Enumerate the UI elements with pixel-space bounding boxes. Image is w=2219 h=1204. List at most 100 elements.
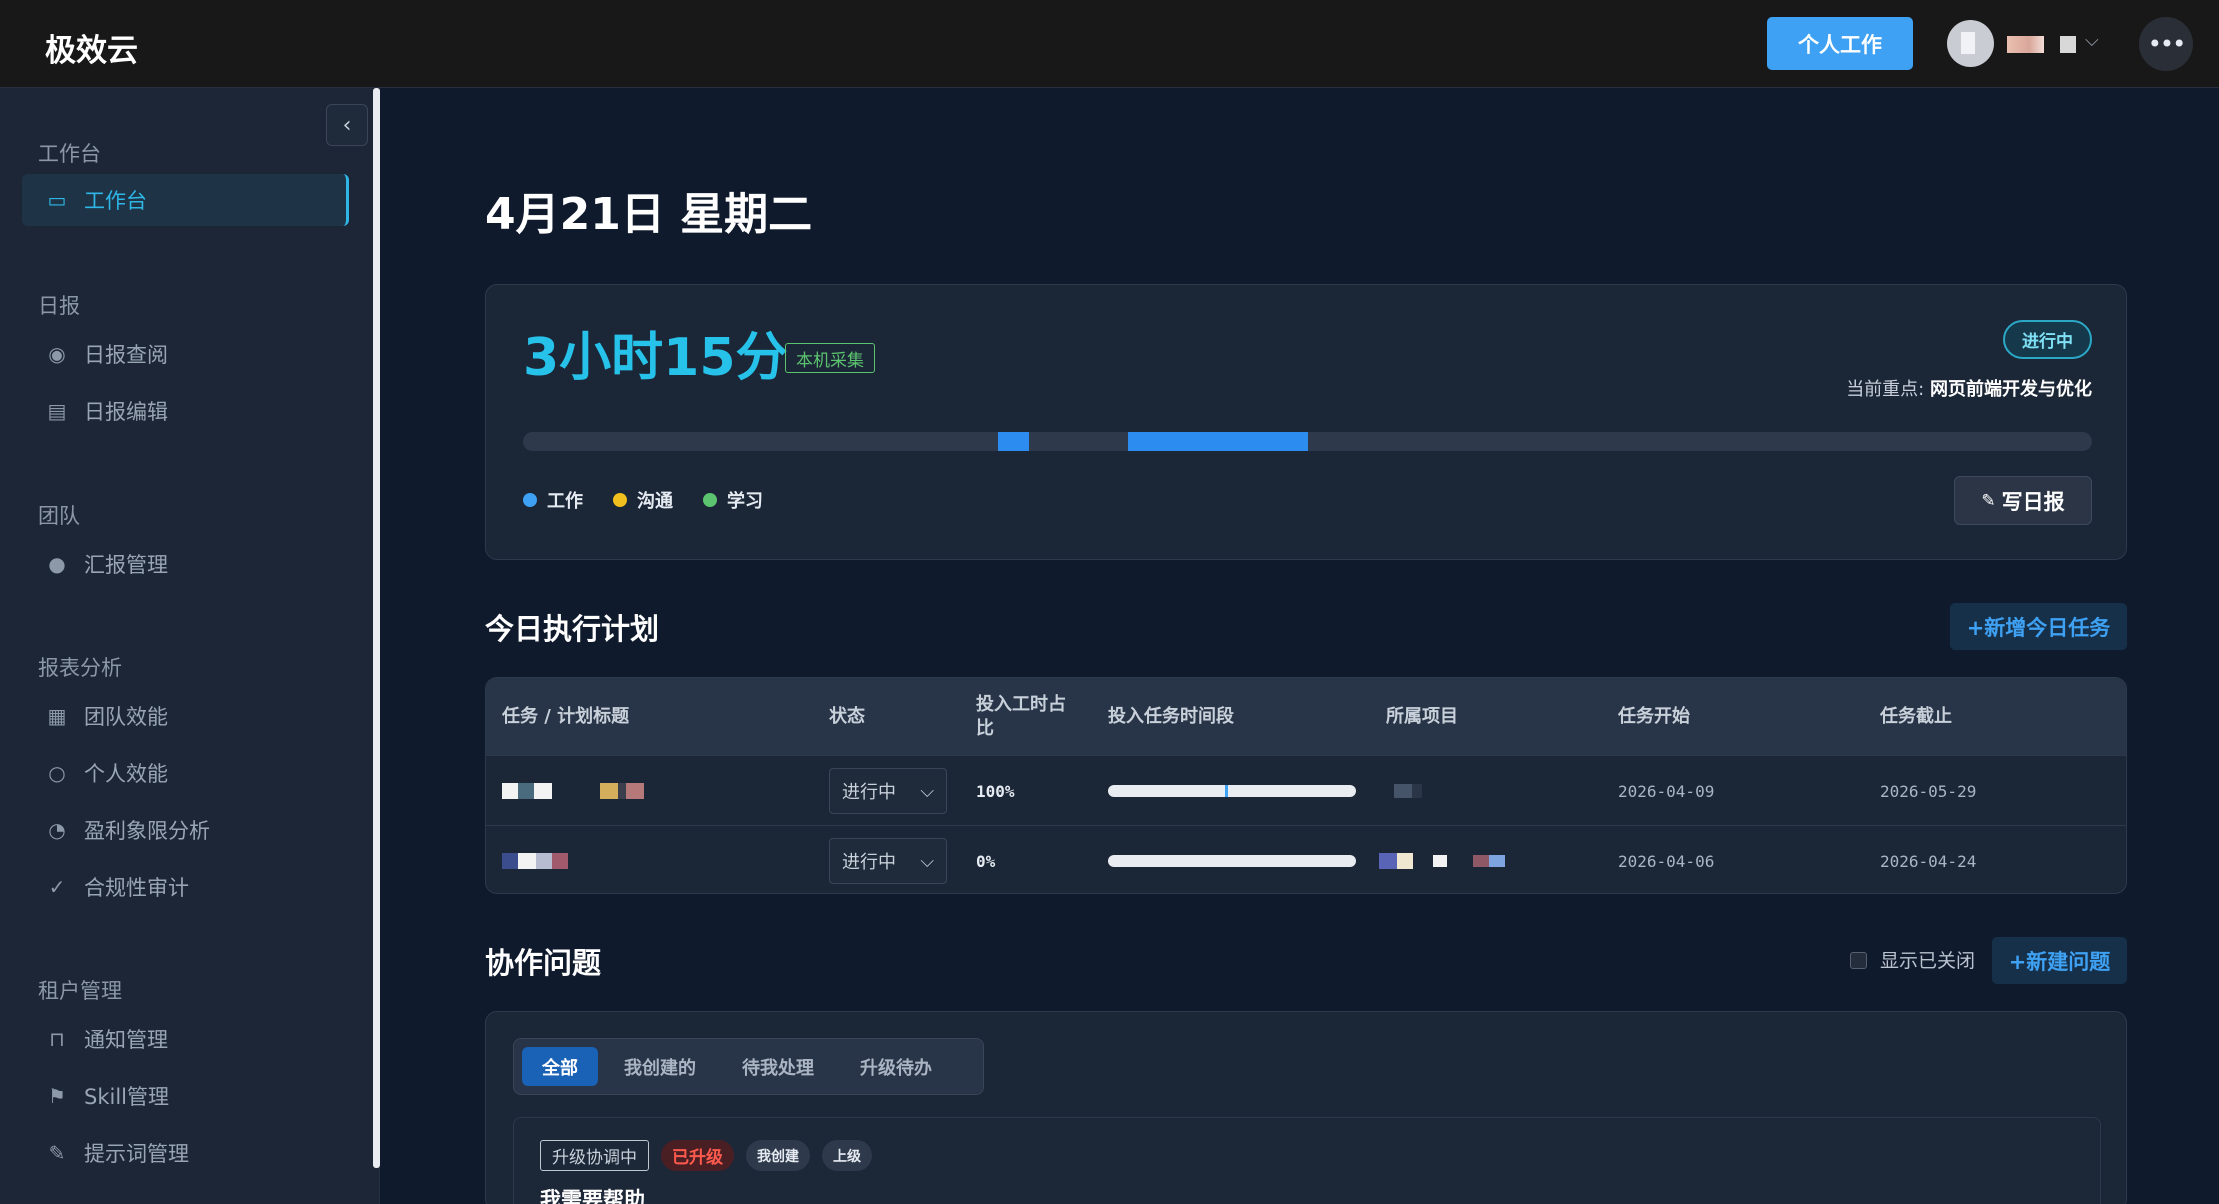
issue-title[interactable]: 我需要帮助: [540, 1184, 645, 1204]
legend-study: 学习: [703, 487, 763, 513]
sidebar-item-personal-efficiency[interactable]: ○ 个人效能: [22, 747, 349, 799]
sidebar-item-daily-edit[interactable]: ▤ 日报编辑: [22, 385, 349, 437]
table-row[interactable]: 进行中 ⌵ 0% 2026-04-06 2026-04-24: [486, 825, 2126, 893]
chevron-down-icon: ⌵: [920, 780, 934, 802]
top-bar: 极效云 个人工作 ⌵ •••: [0, 0, 2219, 88]
plan-table: 任务 / 计划标题 状态 投入工时占比 投入任务时间段 所属项目 任务开始 任务…: [485, 677, 2127, 894]
pie-icon: ◔: [48, 818, 66, 842]
show-closed-checkbox[interactable]: [1850, 952, 1867, 969]
sidebar-item-label: 汇报管理: [84, 553, 168, 577]
chevron-down-icon[interactable]: ⌵: [2085, 30, 2099, 51]
sidebar-scrollbar[interactable]: [373, 88, 380, 1168]
sidebar-item-report-manage[interactable]: ● 汇报管理: [22, 538, 349, 590]
add-today-task-button[interactable]: +新增今日任务: [1950, 603, 2127, 650]
time-range-bar: [1108, 826, 1356, 893]
pen-icon: ✎: [1981, 490, 1996, 511]
sidebar-item-label: 日报查阅: [84, 343, 168, 367]
source-tag: 本机采集: [785, 343, 875, 373]
column-header-percent: 投入工时占比: [976, 693, 1066, 739]
sidebar-item-label: 合规性审计: [84, 876, 189, 900]
sidebar-item-label: 盈利象限分析: [84, 819, 210, 843]
status-select[interactable]: 进行中 ⌵: [829, 756, 947, 826]
plan-section-title: 今日执行计划: [485, 612, 660, 646]
board-icon: ⊓: [49, 1027, 65, 1051]
group-title-workbench: 工作台: [38, 142, 101, 166]
column-header-end: 任务截止: [1880, 705, 1952, 727]
end-date: 2026-04-24: [1880, 851, 1977, 871]
total-time: 3小时15分: [523, 328, 788, 388]
sidebar-item-label: 团队效能: [84, 705, 168, 729]
superior-badge: 上级: [822, 1140, 872, 1171]
sidebar-item-label: 工作台: [84, 189, 147, 213]
issues-section-title: 协作问题: [485, 946, 602, 980]
chart-icon: ▦: [47, 704, 67, 728]
avatar[interactable]: [1947, 20, 1994, 67]
tab-pending-me[interactable]: 待我处理: [722, 1047, 834, 1086]
activity-timeline[interactable]: [523, 432, 2092, 451]
column-header-start: 任务开始: [1618, 705, 1690, 727]
focus-label: 当前重点:: [1846, 379, 1925, 400]
project-redacted: [1379, 826, 1505, 893]
sidebar-item-prompt-manage[interactable]: ✎ 提示词管理: [22, 1127, 349, 1179]
issue-list-item[interactable]: 升级协调中 已升级 我创建 上级 我需要帮助: [513, 1117, 2101, 1204]
user-icon: ●: [48, 552, 66, 576]
issues-card: 全部 我创建的 待我处理 升级待办 升级协调中 已升级 我创建 上级 我需要帮助: [485, 1011, 2127, 1204]
timeline-legend: 工作 沟通 学习: [523, 487, 763, 513]
tab-created-by-me[interactable]: 我创建的: [604, 1047, 716, 1086]
legend-communication: 沟通: [613, 487, 673, 513]
column-header-time-range: 投入任务时间段: [1108, 705, 1234, 727]
document-icon: ▤: [47, 399, 67, 423]
user-role-redacted[interactable]: [2060, 36, 2076, 53]
edit-icon: ✎: [48, 1141, 66, 1165]
sidebar-item-notice-manage[interactable]: ⊓ 通知管理: [22, 1013, 349, 1065]
sidebar-item-label: 通知管理: [84, 1028, 168, 1052]
group-title-tenant: 租户管理: [38, 979, 122, 1003]
percent-cell: 0%: [976, 851, 996, 871]
user-name-redacted[interactable]: [2007, 36, 2044, 53]
time-summary-card: 3小时15分 本机采集 进行中 当前重点: 网页前端开发与优化 工作 沟通 学习…: [485, 284, 2127, 560]
sidebar-item-daily-view[interactable]: ◉ 日报查阅: [22, 328, 349, 380]
show-closed-label[interactable]: 显示已关闭: [1880, 946, 1975, 973]
chevron-down-icon: ⌵: [920, 850, 934, 872]
more-horizontal-icon[interactable]: •••: [2139, 17, 2193, 71]
page-title: 4月21日 星期二: [485, 189, 813, 240]
eye-icon: ◉: [48, 342, 66, 366]
sidebar-item-label: 提示词管理: [84, 1142, 189, 1166]
project-redacted: [1394, 756, 1422, 826]
write-daily-report-label: 写日报: [2001, 489, 2065, 514]
timeline-segment-work[interactable]: [998, 432, 1029, 451]
monitor-icon: ▭: [47, 188, 67, 212]
time-range-bar: [1108, 756, 1356, 826]
created-by-me-badge: 我创建: [746, 1140, 810, 1171]
timeline-segment-work[interactable]: [1128, 432, 1308, 451]
start-date: 2026-04-06: [1618, 851, 1715, 871]
group-title-daily: 日报: [38, 294, 80, 318]
percent-cell: 100%: [976, 781, 1015, 801]
flag-icon: ⚑: [48, 1084, 66, 1108]
task-title-redacted[interactable]: [502, 756, 644, 826]
personal-work-button[interactable]: 个人工作: [1767, 17, 1913, 70]
table-row[interactable]: 进行中 ⌵ 100% 2026-04-09 2026-05-29: [486, 755, 2126, 825]
sidebar-item-label: 个人效能: [84, 762, 168, 786]
start-date: 2026-04-09: [1618, 781, 1715, 801]
task-title-redacted[interactable]: [502, 826, 568, 893]
group-title-team: 团队: [38, 504, 80, 528]
sidebar-item-compliance-audit[interactable]: ✓ 合规性审计: [22, 861, 349, 913]
brand-logo[interactable]: 极效云: [45, 25, 138, 70]
focus-value: 网页前端开发与优化: [1930, 379, 2092, 400]
sidebar-item-team-efficiency[interactable]: ▦ 团队效能: [22, 690, 349, 742]
sidebar-item-profit-quadrant[interactable]: ◔ 盈利象限分析: [22, 804, 349, 856]
sidebar-item-skill-manage[interactable]: ⚑ Skill管理: [22, 1070, 349, 1122]
collapse-sidebar-button[interactable]: ‹: [326, 104, 368, 146]
tab-escalated[interactable]: 升级待办: [840, 1047, 952, 1086]
new-issue-button[interactable]: +新建问题: [1992, 937, 2127, 984]
status-select[interactable]: 进行中 ⌵: [829, 826, 947, 893]
sidebar-item-workbench[interactable]: ▭ 工作台: [22, 174, 349, 226]
column-header-status: 状态: [829, 705, 865, 727]
check-circle-icon: ✓: [48, 875, 66, 899]
legend-work: 工作: [523, 487, 583, 513]
escalated-badge: 已升级: [661, 1140, 734, 1171]
tab-all[interactable]: 全部: [522, 1047, 598, 1086]
person-outline-icon: ○: [48, 761, 66, 785]
write-daily-report-button[interactable]: ✎ 写日报: [1954, 476, 2092, 525]
